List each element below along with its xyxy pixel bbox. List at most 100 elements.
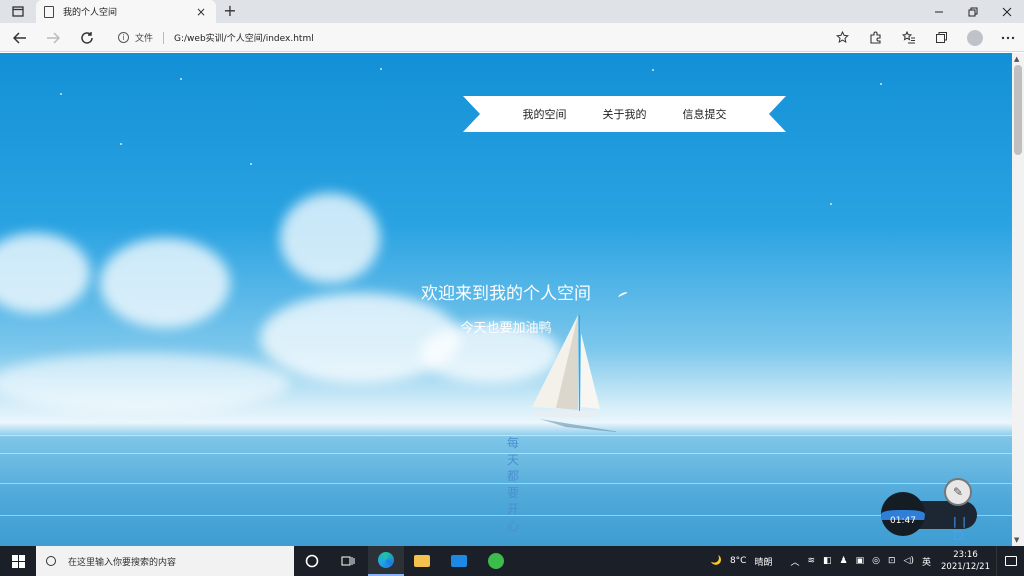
taskbar-search[interactable]: 在这里输入你要搜索的内容 bbox=[36, 546, 294, 576]
close-window-button[interactable] bbox=[990, 0, 1024, 23]
motto-char: 开 bbox=[506, 502, 519, 516]
minimize-button[interactable] bbox=[922, 0, 956, 23]
system-tray: 🌙 8°C 晴朗 ︿ ≋ ◧ ♟ ▣ ◎ ⊡ ◁) 英 23:16 2021/1… bbox=[707, 546, 1024, 576]
extensions-button[interactable] bbox=[859, 23, 892, 52]
star-icon bbox=[836, 31, 849, 43]
star-decoration bbox=[250, 163, 252, 165]
star-decoration bbox=[120, 143, 122, 145]
scrollbar-thumb[interactable] bbox=[1014, 65, 1022, 155]
favorites-button[interactable] bbox=[892, 23, 925, 52]
vertical-motto: 每 天 都 要 开 心 bbox=[505, 435, 521, 534]
cortana-circle-icon bbox=[305, 554, 319, 568]
back-arrow-icon bbox=[13, 32, 26, 44]
tray-expand-icon[interactable]: ︿ bbox=[790, 555, 799, 568]
favorite-star-button[interactable] bbox=[826, 23, 859, 52]
puzzle-icon bbox=[870, 31, 881, 44]
task-view-icon bbox=[341, 556, 355, 566]
taskbar-clock[interactable]: 23:16 2021/12/21 bbox=[941, 549, 990, 573]
tab-bar: 我的个人空间 × + bbox=[0, 0, 1024, 23]
start-button[interactable] bbox=[0, 546, 36, 576]
address-url[interactable]: G:/web实训/个人空间/index.html bbox=[174, 31, 314, 44]
search-placeholder: 在这里输入你要搜索的内容 bbox=[68, 557, 177, 568]
tray-app-icon[interactable]: ◧ bbox=[823, 556, 832, 566]
nav-item-info-submit[interactable]: 信息提交 bbox=[683, 106, 727, 122]
tab-close-button[interactable]: × bbox=[194, 5, 208, 19]
forward-arrow-icon bbox=[47, 32, 60, 44]
notification-button[interactable] bbox=[996, 546, 1024, 576]
cortana-button[interactable] bbox=[294, 546, 330, 576]
vertical-scrollbar[interactable]: ▲ ▼ bbox=[1012, 53, 1024, 546]
page-viewport: 我的空间 关于我的 信息提交 欢迎来到我的个人空间 今天也要加油鸭 每 天 都 … bbox=[0, 53, 1012, 546]
browser-tab[interactable]: 我的个人空间 × bbox=[36, 0, 216, 23]
folder-icon bbox=[414, 555, 430, 567]
nav-item-about-me[interactable]: 关于我的 bbox=[603, 106, 647, 122]
scroll-up-icon[interactable]: ▲ bbox=[1014, 55, 1019, 63]
cloud bbox=[280, 193, 380, 283]
back-button[interactable] bbox=[9, 27, 31, 49]
pen-icon[interactable]: ✎ bbox=[944, 478, 972, 506]
star-decoration bbox=[380, 68, 382, 70]
input-method-indicator[interactable]: 英 bbox=[922, 555, 931, 568]
tray-app-icon[interactable]: ♟ bbox=[840, 556, 848, 566]
search-icon bbox=[46, 556, 56, 566]
taskbar-app-mail[interactable] bbox=[441, 546, 477, 576]
moon-weather-icon: 🌙 bbox=[710, 556, 722, 566]
tray-app-icon[interactable]: ⊡ bbox=[888, 556, 896, 566]
tab-actions-icon bbox=[12, 6, 24, 17]
address-separator bbox=[163, 31, 165, 44]
sailboat-image bbox=[530, 315, 616, 432]
taskbar: 在这里输入你要搜索的内容 🌙 8°C 晴朗 ︿ ≋ ◧ ♟ ▣ ◎ ⊡ ◁) 英… bbox=[0, 546, 1024, 576]
tab-actions-button[interactable] bbox=[6, 3, 30, 20]
favorites-list-icon bbox=[901, 31, 915, 44]
tab-title: 我的个人空间 bbox=[63, 8, 118, 18]
cloud bbox=[0, 353, 290, 413]
mail-icon bbox=[451, 555, 467, 567]
refresh-button[interactable] bbox=[76, 27, 98, 49]
taskbar-app-edge[interactable] bbox=[368, 546, 404, 576]
star-decoration bbox=[880, 83, 882, 85]
clock-date: 2021/12/21 bbox=[941, 562, 990, 572]
toolbar-right bbox=[826, 23, 1024, 52]
restore-button[interactable] bbox=[956, 0, 990, 23]
address-scheme-label: 文件 bbox=[135, 34, 154, 44]
scroll-down-icon[interactable]: ▼ bbox=[1014, 536, 1019, 544]
network-icon[interactable]: ≋ bbox=[807, 556, 815, 566]
close-icon bbox=[1002, 7, 1012, 16]
media-controls[interactable]: | | □ bbox=[953, 515, 977, 541]
page-icon bbox=[44, 5, 54, 18]
motto-char: 心 bbox=[506, 518, 519, 533]
more-menu-button[interactable] bbox=[991, 23, 1024, 52]
clock-time: 23:16 bbox=[953, 550, 978, 560]
tray-app-icon[interactable]: ▣ bbox=[856, 556, 865, 566]
weather-temp[interactable]: 8°C bbox=[730, 556, 747, 566]
address-bar[interactable]: i 文件 G:/web实训/个人空间/index.html bbox=[108, 26, 848, 49]
weather-desc[interactable]: 晴朗 bbox=[754, 555, 772, 568]
star-decoration bbox=[830, 203, 832, 205]
windows-logo-icon bbox=[11, 554, 25, 568]
taskbar-app-explorer[interactable] bbox=[404, 546, 440, 576]
nav-item-my-space[interactable]: 我的空间 bbox=[523, 106, 567, 122]
media-progress-circle[interactable]: 01:47 bbox=[881, 492, 925, 536]
window-controls bbox=[922, 0, 1024, 23]
info-icon[interactable]: i bbox=[118, 32, 129, 43]
collections-button[interactable] bbox=[925, 23, 958, 52]
nav-menu: 我的空间 关于我的 信息提交 bbox=[463, 96, 786, 132]
media-player-widget[interactable]: | | □ 01:47 ✎ bbox=[881, 478, 977, 541]
green-app-icon bbox=[488, 553, 504, 569]
new-tab-button[interactable]: + bbox=[220, 1, 240, 21]
forward-button[interactable] bbox=[42, 27, 64, 49]
collections-icon bbox=[936, 32, 947, 43]
welcome-subheading: 今天也要加油鸭 bbox=[460, 321, 552, 336]
wechat-icon[interactable]: ◎ bbox=[872, 556, 880, 566]
volume-icon[interactable]: ◁) bbox=[904, 556, 914, 566]
profile-button[interactable] bbox=[958, 23, 991, 52]
media-time: 01:47 bbox=[890, 516, 916, 526]
more-dots-icon bbox=[1001, 36, 1014, 39]
avatar bbox=[966, 29, 983, 46]
motto-char: 每 bbox=[506, 436, 519, 450]
star-decoration bbox=[180, 78, 182, 80]
minimize-icon bbox=[935, 11, 943, 12]
taskbar-app-green[interactable] bbox=[478, 546, 514, 576]
task-view-button[interactable] bbox=[330, 546, 366, 576]
star-decoration bbox=[60, 93, 62, 95]
